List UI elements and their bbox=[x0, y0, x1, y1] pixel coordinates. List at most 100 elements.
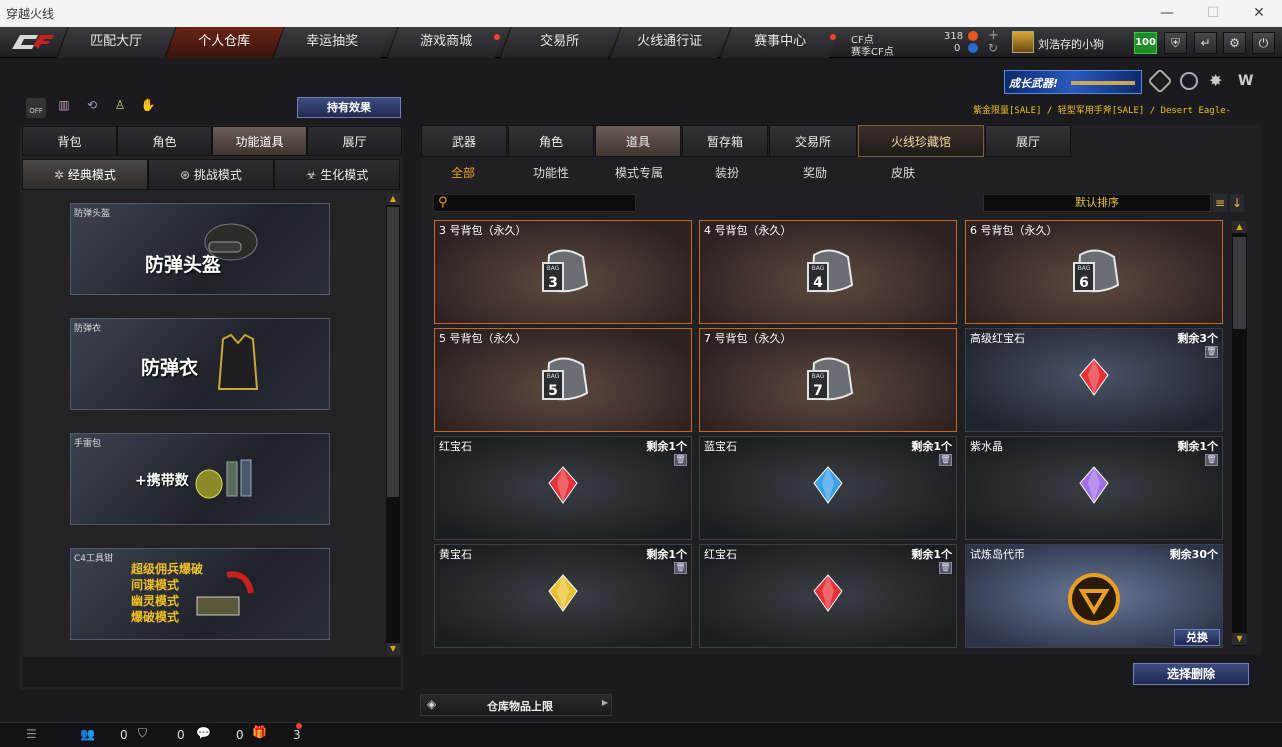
maximize-button[interactable]: ☐ bbox=[1190, 0, 1236, 27]
item-card[interactable]: 红宝石 剩余1个 🗑 bbox=[699, 544, 957, 648]
return-icon[interactable]: ↵ bbox=[1194, 32, 1217, 54]
item-card[interactable]: 高级红宝石 剩余3个 🗑 bbox=[965, 328, 1223, 432]
item-card[interactable]: 6 号背包（永久） BAG 6 bbox=[965, 220, 1223, 324]
right-scrollbar[interactable]: ▲ ▼ bbox=[1232, 221, 1247, 646]
search-input[interactable] bbox=[454, 196, 632, 210]
left-scrollbar[interactable]: ▲ ▼ bbox=[386, 193, 400, 655]
sort-order-icon[interactable]: ↓ bbox=[1230, 194, 1244, 212]
avatar[interactable] bbox=[1012, 31, 1034, 53]
trash-icon[interactable]: 🗑 bbox=[939, 562, 952, 574]
filter-all[interactable]: 全部 bbox=[451, 164, 475, 181]
mode-tab-zombie[interactable]: ☣ 生化模式 bbox=[274, 159, 400, 190]
globe-emblem-icon[interactable] bbox=[1180, 72, 1198, 90]
card-armor[interactable]: 防弹衣 防弹衣 bbox=[70, 318, 330, 410]
rtab-weapons[interactable]: 武器 bbox=[421, 125, 507, 157]
star-emblem-icon[interactable]: ✸ bbox=[1209, 72, 1227, 90]
trash-icon[interactable]: 🗑 bbox=[1205, 346, 1218, 358]
trash-icon[interactable]: 🗑 bbox=[939, 454, 952, 466]
item-card[interactable]: 红宝石 剩余1个 🗑 bbox=[434, 436, 692, 540]
card-grenade-bag[interactable]: 手雷包 +携带数 bbox=[70, 433, 330, 525]
right-scroll-down-icon[interactable]: ▼ bbox=[1232, 633, 1247, 645]
minimize-button[interactable]: — bbox=[1144, 0, 1190, 27]
filter-mode-exclusive[interactable]: 模式专属 bbox=[615, 164, 663, 181]
item-name: 3 号背包（永久） bbox=[439, 224, 527, 237]
exchange-button[interactable]: 兑换 bbox=[1174, 629, 1220, 646]
off-toggle-icon[interactable]: OFF bbox=[26, 98, 46, 118]
nav-tab-lottery[interactable]: 幸运抽奖 bbox=[272, 27, 392, 58]
item-card[interactable]: 3 号背包（永久） BAG 3 bbox=[434, 220, 692, 324]
stats-icon[interactable]: ▥ bbox=[54, 98, 74, 118]
user-box[interactable]: 刘浩存的小狗 bbox=[1010, 29, 1130, 55]
tab-character[interactable]: 角色 bbox=[117, 126, 212, 156]
search-box[interactable]: ⚲ bbox=[433, 194, 636, 212]
rtab-storage-box[interactable]: 暂存箱 bbox=[682, 125, 768, 157]
list-view-icon[interactable]: ≡ bbox=[1213, 194, 1227, 212]
recycle-icon[interactable]: ⟲ bbox=[82, 98, 102, 118]
tab-function-items[interactable]: 功能道具 bbox=[212, 126, 307, 156]
friends-icon[interactable]: 👥 bbox=[80, 727, 95, 741]
sale-ticker[interactable]: 紫金限量[SALE] / 轻型军用手斧[SALE] / Desert Eagle… bbox=[973, 103, 1259, 115]
close-button[interactable]: ✕ bbox=[1236, 0, 1282, 27]
gem-icon bbox=[1079, 358, 1109, 396]
card-helmet[interactable]: 防弹头盔 防弹头盔 bbox=[70, 203, 330, 295]
w-emblem-icon[interactable]: W bbox=[1238, 72, 1256, 90]
rtab-showroom[interactable]: 展厅 bbox=[985, 125, 1071, 157]
rtab-items[interactable]: 道具 bbox=[595, 125, 681, 157]
person-icon[interactable]: ♙ bbox=[110, 98, 130, 118]
item-card[interactable]: 蓝宝石 剩余1个 🗑 bbox=[699, 436, 957, 540]
storage-limit-bar[interactable]: ◈ 仓库物品上限 ▶ bbox=[420, 694, 612, 716]
select-delete-button[interactable]: 选择删除 bbox=[1133, 663, 1249, 685]
rtab-treasure-hall[interactable]: 火线珍藏馆 bbox=[858, 125, 984, 157]
tab-showroom[interactable]: 展厅 bbox=[307, 126, 402, 156]
filter-outfit[interactable]: 装扮 bbox=[715, 164, 739, 181]
shield-outline-icon[interactable]: ⛉ bbox=[138, 726, 147, 741]
right-scroll-up-icon[interactable]: ▲ bbox=[1232, 221, 1247, 233]
tab-backpack[interactable]: 背包 bbox=[22, 126, 117, 156]
backpack-icon: BAG 3 bbox=[542, 249, 589, 293]
rtab-exchange[interactable]: 交易所 bbox=[769, 125, 857, 157]
item-card[interactable]: 7 号背包（永久） BAG 7 bbox=[699, 328, 957, 432]
challenge-mode-icon: ⊛ bbox=[180, 168, 194, 182]
gift-icon[interactable]: 🎁 bbox=[252, 725, 267, 739]
nav-tab-events[interactable]: 赛事中心 bbox=[719, 27, 841, 58]
growth-weapon-banner[interactable]: 成长武器! bbox=[1004, 70, 1142, 94]
trash-icon[interactable]: 🗑 bbox=[674, 454, 687, 466]
item-card[interactable]: 紫水晶 剩余1个 🗑 bbox=[965, 436, 1223, 540]
scroll-down-icon[interactable]: ▼ bbox=[386, 643, 400, 655]
gem-icon bbox=[548, 574, 578, 612]
filter-rewards[interactable]: 奖励 bbox=[803, 164, 827, 181]
nav-tab-pass[interactable]: 火线通行证 bbox=[609, 27, 729, 58]
nav-tab-exchange[interactable]: 交易所 bbox=[499, 27, 619, 58]
hand-icon[interactable]: ✋ bbox=[138, 98, 158, 118]
effects-button[interactable]: 持有效果 bbox=[297, 97, 401, 118]
filter-skins[interactable]: 皮肤 bbox=[891, 164, 915, 181]
card-grenade-label: 手雷包 bbox=[74, 439, 102, 449]
item-card[interactable]: 黄宝石 剩余1个 🗑 bbox=[434, 544, 692, 648]
shield-icon[interactable]: ⛨ bbox=[1164, 32, 1187, 54]
nav-tab-warehouse[interactable]: 个人仓库 bbox=[164, 27, 284, 58]
power-icon[interactable]: ⏻ bbox=[1252, 32, 1275, 54]
right-scroll-thumb[interactable] bbox=[1233, 237, 1246, 329]
refresh-icon[interactable]: ↻ bbox=[988, 41, 998, 55]
item-card[interactable]: 5 号背包（永久） BAG 5 bbox=[434, 328, 692, 432]
rank-emblem-icon[interactable] bbox=[1147, 68, 1173, 94]
bag-number: 7 bbox=[813, 383, 823, 399]
chat-bubble-icon[interactable]: 💬 bbox=[196, 726, 211, 740]
menu-list-icon[interactable]: ☰ bbox=[26, 727, 37, 741]
nav-tab-shop[interactable]: 游戏商城 bbox=[386, 27, 506, 58]
nav-tab-lobby[interactable]: 匹配大厅 bbox=[56, 27, 176, 58]
left-footer bbox=[22, 657, 401, 687]
rtab-character[interactable]: 角色 bbox=[508, 125, 594, 157]
trash-icon[interactable]: 🗑 bbox=[674, 562, 687, 574]
trash-icon[interactable]: 🗑 bbox=[1205, 454, 1218, 466]
mode-tab-classic[interactable]: ✲ 经典模式 bbox=[22, 159, 148, 190]
item-card[interactable]: 4 号背包（永久） BAG 4 bbox=[699, 220, 957, 324]
filter-functional[interactable]: 功能性 bbox=[533, 164, 569, 181]
gear-icon[interactable]: ⚙ bbox=[1223, 32, 1246, 54]
item-card[interactable]: 试炼岛代币 剩余30个 兑换 bbox=[965, 544, 1223, 648]
card-c4-pliers[interactable]: C4工具钳 超级佣兵爆破 间谍模式 幽灵模式 爆破模式 bbox=[70, 548, 330, 640]
left-scroll-thumb[interactable] bbox=[387, 207, 399, 497]
scroll-up-icon[interactable]: ▲ bbox=[386, 193, 400, 205]
sort-dropdown[interactable]: 默认排序 bbox=[983, 194, 1211, 212]
mode-tab-challenge[interactable]: ⊛ 挑战模式 bbox=[148, 159, 274, 190]
